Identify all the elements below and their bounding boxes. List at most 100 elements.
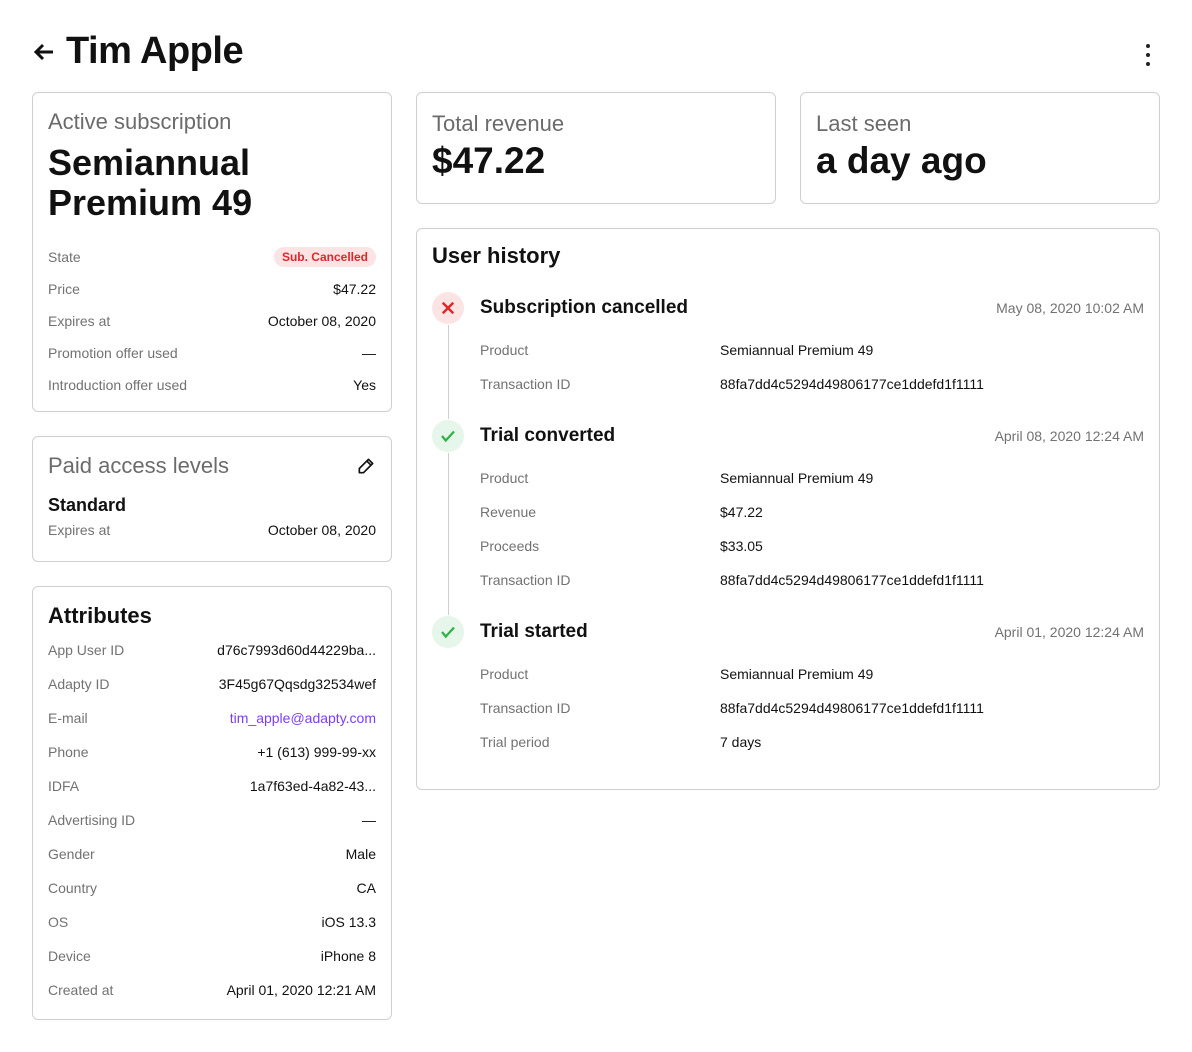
attribute-row: State Sub. Cancelled xyxy=(48,241,376,273)
user-history-card: User history Subscription cancelled May 0… xyxy=(416,228,1160,790)
paid-access-card: Paid access levels Standard Expires at O… xyxy=(32,436,392,562)
last-seen-value: a day ago xyxy=(816,140,987,181)
row-key: State xyxy=(48,249,81,265)
event-detail-row: Transaction ID 88fa7dd4c5294d49806177ce1d… xyxy=(480,367,1144,401)
row-key: Expires at xyxy=(48,313,111,329)
row-value: iOS 13.3 xyxy=(321,914,376,930)
subscription-name: Semiannual Premium 49 xyxy=(48,142,253,223)
row-value: $47.22 xyxy=(333,281,376,297)
row-value: +1 (613) 999-99-xx xyxy=(257,744,376,760)
row-value: October 08, 2020 xyxy=(267,313,376,329)
row-key: IDFA xyxy=(48,778,80,794)
row-key: Expires at xyxy=(48,522,111,538)
row-key: Proceeds xyxy=(480,538,540,554)
attribute-row: Gender Male xyxy=(48,837,376,871)
event-date: April 01, 2020 12:24 AM xyxy=(994,624,1144,640)
event-detail-row: Transaction ID 88fa7dd4c5294d49806177ce1d… xyxy=(480,691,1144,725)
back-arrow-icon[interactable] xyxy=(32,40,56,64)
history-event: Trial converted April 08, 2020 12:24 AM Pr… xyxy=(432,419,1144,615)
attribute-row: Price $47.22 xyxy=(48,273,376,305)
row-value: 3F45g67Qqsdg32534wef xyxy=(218,676,376,692)
more-options-icon[interactable] xyxy=(1140,44,1156,66)
access-expires-row: Expires at October 08, 2020 xyxy=(48,516,376,544)
active-subscription-card: Active subscription Semiannual Premium 4… xyxy=(32,92,392,412)
row-key: Product xyxy=(480,470,529,486)
page-header: Tim Apple xyxy=(32,30,244,73)
row-value: CA xyxy=(356,880,376,896)
event-title: Trial converted xyxy=(480,425,616,446)
card-label: Last seen xyxy=(816,111,912,136)
row-key: Revenue xyxy=(480,504,537,520)
attribute-row: IDFA 1a7f63ed-4a82-43... xyxy=(48,769,376,803)
event-title: Trial started xyxy=(480,621,588,642)
row-key: Transaction ID xyxy=(480,376,571,392)
row-key: E-mail xyxy=(48,710,88,726)
row-value: 88fa7dd4c5294d49806177ce1ddefd1f1111 xyxy=(720,572,984,588)
attribute-row: OS iOS 13.3 xyxy=(48,905,376,939)
edit-pencil-icon[interactable] xyxy=(356,456,376,476)
event-detail-row: Trial period 7 days xyxy=(480,725,1144,759)
row-key: Product xyxy=(480,666,529,682)
attribute-row: Advertising ID — xyxy=(48,803,376,837)
row-key: Adapty ID xyxy=(48,676,110,692)
row-value: 7 days xyxy=(720,734,762,750)
attribute-row: Adapty ID 3F45g67Qqsdg32534wef xyxy=(48,667,376,701)
event-details: Product Semiannual Premium 49 Revenue $47.2… xyxy=(448,453,1144,615)
row-key: Transaction ID xyxy=(480,700,571,716)
event-date: April 08, 2020 12:24 AM xyxy=(994,428,1144,444)
row-value: October 08, 2020 xyxy=(267,522,376,538)
row-key: Trial period xyxy=(480,734,550,750)
event-title: Subscription cancelled xyxy=(480,297,688,318)
row-value: d76c7993d60d44229ba... xyxy=(217,642,376,658)
card-label: Total revenue xyxy=(432,111,565,136)
attribute-row: Expires at October 08, 2020 xyxy=(48,305,376,337)
history-event: Trial started April 01, 2020 12:24 AM Prod… xyxy=(432,615,1144,759)
row-value: 1a7f63ed-4a82-43... xyxy=(249,778,376,794)
page-title: Tim Apple xyxy=(66,30,244,72)
row-value: — xyxy=(362,345,376,361)
row-key: Transaction ID xyxy=(480,572,571,588)
attribute-row: App User ID d76c7993d60d44229ba... xyxy=(48,633,376,667)
row-value: — xyxy=(362,812,376,828)
row-key: Promotion offer used xyxy=(48,345,178,361)
row-key: Advertising ID xyxy=(48,812,136,828)
row-value: Semiannual Premium 49 xyxy=(720,342,874,358)
event-detail-row: Proceeds $33.05 xyxy=(480,529,1144,563)
event-date: May 08, 2020 10:02 AM xyxy=(996,300,1144,316)
row-key: Country xyxy=(48,880,98,896)
event-details: Product Semiannual Premium 49 Transaction … xyxy=(448,649,1144,759)
event-detail-row: Product Semiannual Premium 49 xyxy=(480,657,1144,691)
event-details: Product Semiannual Premium 49 Transaction … xyxy=(448,325,1144,419)
row-value: $47.22 xyxy=(720,504,763,520)
attribute-row: Phone +1 (613) 999-99-xx xyxy=(48,735,376,769)
attribute-row: Country CA xyxy=(48,871,376,905)
row-key: Product xyxy=(480,342,529,358)
event-header: Trial started April 01, 2020 12:24 AM xyxy=(432,615,1144,649)
email-link[interactable]: tim_apple@adapty.com xyxy=(230,710,376,726)
event-header: Subscription cancelled May 08, 2020 10:02… xyxy=(432,291,1144,325)
row-key: App User ID xyxy=(48,642,125,658)
row-value: 88fa7dd4c5294d49806177ce1ddefd1f1111 xyxy=(720,376,984,392)
event-header: Trial converted April 08, 2020 12:24 AM xyxy=(432,419,1144,453)
card-label: Paid access levels xyxy=(48,453,229,478)
card-label: Active subscription xyxy=(48,109,232,134)
last-seen-card: Last seen a day ago xyxy=(800,92,1160,204)
row-value: Semiannual Premium 49 xyxy=(720,470,874,486)
history-event: Subscription cancelled May 08, 2020 10:02… xyxy=(432,291,1144,419)
row-key: Phone xyxy=(48,744,89,760)
close-x-icon xyxy=(432,292,464,324)
attribute-row: Introduction offer used Yes xyxy=(48,369,376,401)
event-detail-row: Revenue $47.22 xyxy=(480,495,1144,529)
row-value: $33.05 xyxy=(720,538,763,554)
row-value: 88fa7dd4c5294d49806177ce1ddefd1f1111 xyxy=(720,700,984,716)
row-value: Male xyxy=(345,846,376,862)
row-value: iPhone 8 xyxy=(320,948,376,964)
attributes-card: Attributes App User ID d76c7993d60d44229b… xyxy=(32,586,392,1020)
attribute-row: Created at April 01, 2020 12:21 AM xyxy=(48,973,376,1007)
row-key: OS xyxy=(48,914,69,930)
check-icon xyxy=(432,616,464,648)
event-detail-row: Product Semiannual Premium 49 xyxy=(480,333,1144,367)
row-key: Price xyxy=(48,281,80,297)
access-level-name: Standard xyxy=(48,495,127,515)
attribute-row: E-mail tim_apple@adapty.com xyxy=(48,701,376,735)
